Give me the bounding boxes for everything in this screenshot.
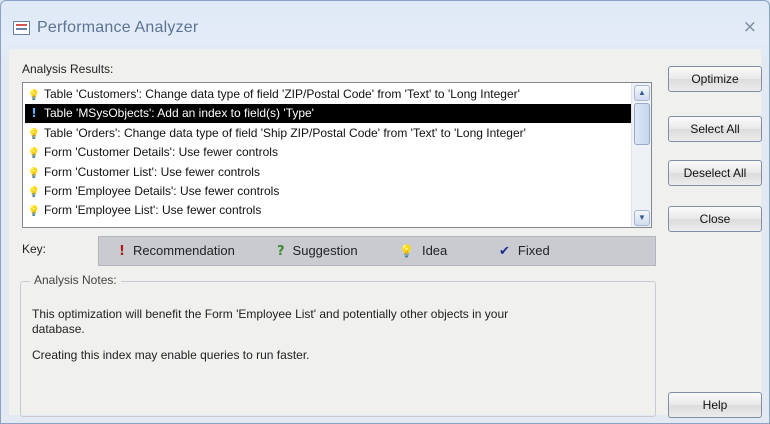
- idea-icon: 💡: [27, 128, 41, 140]
- key-legend: ! Recommendation ? Suggestion 💡 Idea ✔ Fixed: [98, 236, 656, 266]
- close-button[interactable]: Close: [668, 206, 762, 232]
- result-item-text: Form 'Customer List': Use fewer controls: [44, 164, 260, 179]
- notes-line-2: database.: [32, 322, 85, 336]
- key-idea: 💡 Idea: [399, 243, 447, 258]
- key-recommendation: ! Recommendation: [119, 243, 235, 259]
- results-scrollbar[interactable]: ▲ ▼: [631, 83, 651, 227]
- key-suggestion: ? Suggestion: [277, 243, 358, 259]
- scroll-up-icon[interactable]: ▲: [634, 85, 650, 101]
- result-item[interactable]: 💡 Form 'Employee List': Use fewer control…: [25, 201, 631, 220]
- close-window-icon[interactable]: ×: [743, 17, 757, 37]
- idea-icon: 💡: [27, 206, 41, 218]
- result-item[interactable]: 💡 Form 'Customer List': Use fewer control…: [25, 163, 631, 182]
- key-recommendation-label: Recommendation: [132, 243, 235, 258]
- notes-line-1: This optimization will benefit the Form …: [32, 307, 509, 321]
- fixed-icon: ✔: [499, 244, 510, 259]
- select-all-button[interactable]: Select All: [668, 116, 762, 142]
- result-item-text: Table 'Orders': Change data type of fiel…: [44, 125, 526, 140]
- title-bar[interactable]: Performance Analyzer ×: [1, 1, 769, 49]
- idea-icon: 💡: [27, 167, 41, 179]
- recommendation-icon: !: [119, 244, 125, 259]
- idea-icon: 💡: [27, 90, 41, 101]
- result-item-text: Form 'Customer Details': Use fewer contr…: [44, 145, 278, 160]
- result-item-text: Form 'Employee List': Use fewer controls: [44, 203, 262, 218]
- window-title: Performance Analyzer: [37, 19, 199, 36]
- result-item[interactable]: 💡 Form 'Employee Details': Use fewer cont…: [25, 182, 631, 201]
- key-suggestion-label: Suggestion: [292, 243, 358, 258]
- scroll-thumb[interactable]: [634, 103, 650, 145]
- result-item[interactable]: ! Table 'MSysObjects': Add an index to fi…: [25, 104, 631, 124]
- analysis-results-label: Analysis Results:: [22, 62, 114, 76]
- key-label: Key:: [22, 242, 47, 256]
- idea-icon: 💡: [27, 148, 41, 160]
- result-item-text: Table 'MSysObjects': Add an index to fie…: [44, 106, 314, 121]
- optimize-button[interactable]: Optimize: [668, 66, 762, 92]
- deselect-all-button[interactable]: Deselect All: [668, 160, 762, 186]
- analysis-notes-label: Analysis Notes:: [30, 273, 121, 287]
- app-icon: [13, 21, 30, 35]
- result-item[interactable]: 💡 Table 'Orders': Change data type of fie…: [25, 124, 631, 143]
- key-fixed-label: Fixed: [517, 243, 550, 258]
- analysis-results-list[interactable]: 💡 Table 'Customers': Change data type of …: [22, 82, 652, 228]
- result-item-text: Table 'Customers': Change data type of f…: [44, 87, 520, 101]
- recommendation-icon: !: [31, 106, 37, 121]
- notes-line-3: Creating this index may enable queries t…: [32, 348, 310, 362]
- result-item-text: Form 'Employee Details': Use fewer contr…: [44, 184, 280, 198]
- key-idea-label: Idea: [421, 243, 448, 258]
- help-button[interactable]: Help: [668, 392, 762, 418]
- key-fixed: ✔ Fixed: [499, 243, 550, 259]
- result-item[interactable]: 💡 Table 'Customers': Change data type of …: [25, 85, 631, 104]
- result-item[interactable]: 💡 Form 'Customer Details': Use fewer cont…: [25, 143, 631, 162]
- idea-icon: 💡: [27, 187, 41, 198]
- idea-icon: 💡: [399, 244, 414, 258]
- suggestion-icon: ?: [277, 244, 285, 259]
- scroll-down-icon[interactable]: ▼: [634, 210, 650, 226]
